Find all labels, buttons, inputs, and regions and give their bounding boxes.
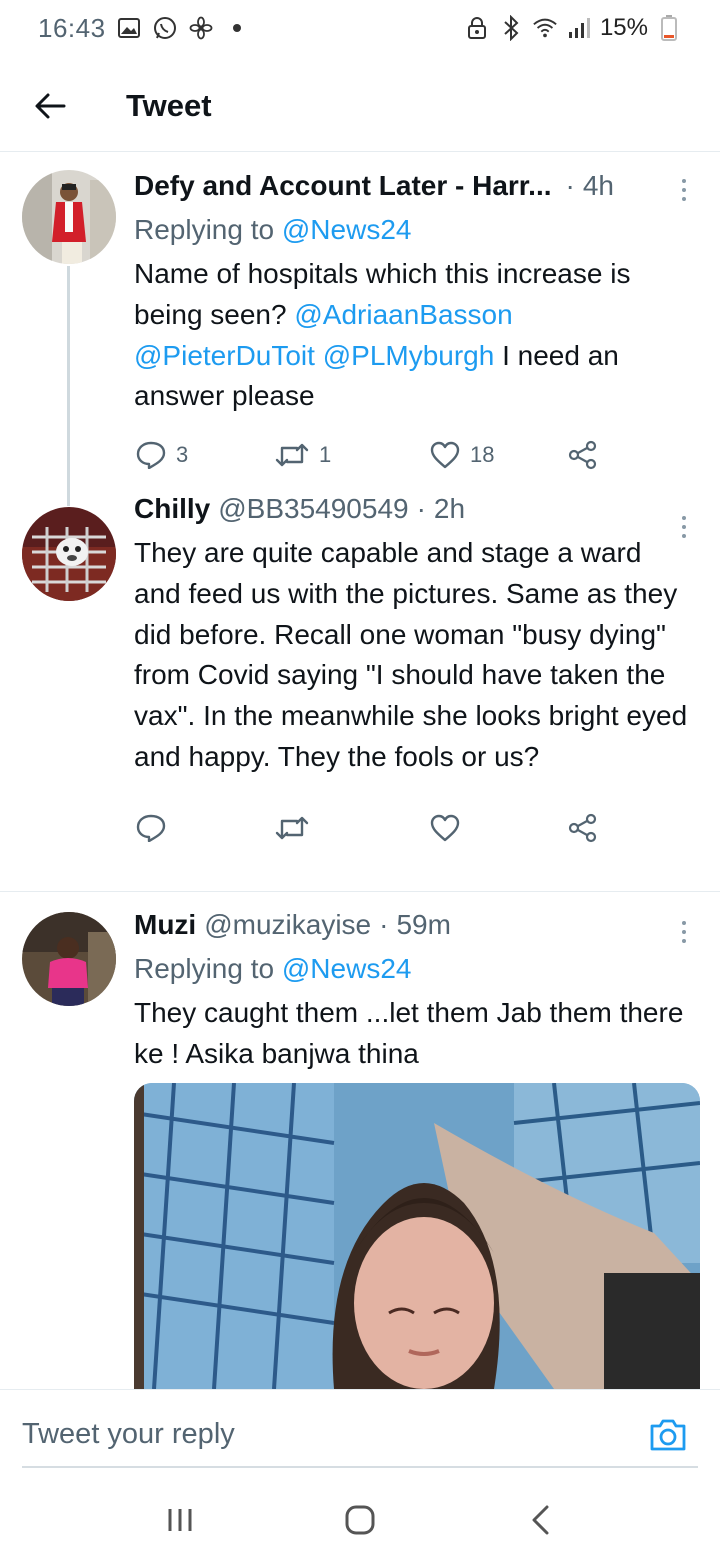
like-button[interactable]: 18 bbox=[426, 441, 568, 469]
dot-icon bbox=[224, 15, 250, 41]
share-button[interactable] bbox=[568, 440, 598, 470]
replying-to-link[interactable]: @News24 bbox=[282, 214, 412, 245]
fan-icon bbox=[188, 15, 214, 41]
tweet-actions bbox=[134, 808, 720, 848]
home-icon bbox=[345, 1505, 375, 1535]
like-count: 18 bbox=[470, 442, 495, 468]
tweet-header: Muzi @muzikayise · 59m bbox=[134, 909, 720, 949]
back-nav-button[interactable] bbox=[500, 1490, 580, 1550]
arrow-left-icon bbox=[35, 93, 66, 118]
replying-to: Replying to @News24 bbox=[134, 210, 720, 250]
battery-icon bbox=[656, 15, 682, 41]
mention-link[interactable]: @PieterDuToit bbox=[134, 340, 315, 371]
reply-input[interactable] bbox=[0, 1404, 626, 1465]
timestamp[interactable]: 59m bbox=[396, 909, 450, 941]
wifi-icon bbox=[532, 15, 558, 41]
separator-dot: · bbox=[379, 909, 389, 940]
timestamp[interactable]: 2h bbox=[434, 493, 465, 525]
tweet-text: They are quite capable and stage a ward … bbox=[134, 537, 688, 772]
tweet-text: They caught them ...let them Jab them th… bbox=[134, 997, 684, 1069]
bluetooth-icon bbox=[498, 15, 524, 41]
chevron-left-icon bbox=[532, 1505, 549, 1535]
tweet-item[interactable]: Chilly @BB35490549 · 2h They are quite c… bbox=[0, 493, 720, 891]
timestamp[interactable]: 4h bbox=[583, 170, 614, 202]
reply-count: 3 bbox=[176, 442, 189, 468]
lock-icon bbox=[464, 15, 490, 41]
thread-line bbox=[67, 266, 70, 506]
camera-button[interactable] bbox=[626, 1393, 710, 1477]
reply-icon bbox=[136, 441, 166, 470]
back-button[interactable] bbox=[0, 60, 100, 152]
avatar[interactable] bbox=[22, 507, 116, 601]
share-icon bbox=[568, 813, 597, 842]
reply-input-underline bbox=[22, 1466, 698, 1468]
share-icon bbox=[568, 441, 597, 470]
recent-apps-icon bbox=[168, 1509, 192, 1531]
tweet-photo[interactable] bbox=[134, 1083, 700, 1403]
like-button[interactable] bbox=[426, 814, 568, 842]
more-options-button[interactable] bbox=[674, 507, 694, 547]
retweet-button[interactable] bbox=[271, 815, 426, 841]
replying-to-link[interactable]: @News24 bbox=[282, 953, 412, 984]
retweet-count: 1 bbox=[319, 442, 332, 468]
gallery-icon bbox=[116, 15, 142, 41]
system-navigation-bar bbox=[0, 1480, 720, 1560]
status-bar: 16:43 15% bbox=[0, 0, 720, 56]
mention-link[interactable]: @PLMyburgh bbox=[323, 340, 495, 371]
reply-button[interactable]: 3 bbox=[134, 441, 271, 470]
retweet-button[interactable]: 1 bbox=[271, 442, 426, 468]
more-options-button[interactable] bbox=[674, 170, 694, 210]
tweet-header: Defy and Account Later - Harr... · 4h bbox=[134, 170, 720, 210]
share-button[interactable] bbox=[568, 813, 598, 843]
tweet-item[interactable]: Defy and Account Later - Harr... · 4h Re… bbox=[0, 153, 720, 506]
home-button[interactable] bbox=[320, 1490, 400, 1550]
top-app-bar: Tweet bbox=[0, 60, 720, 152]
tweet-text: Name of hospitals which this increase is… bbox=[134, 254, 720, 417]
user-handle[interactable]: @BB35490549 bbox=[218, 493, 408, 525]
recent-apps-button[interactable] bbox=[140, 1490, 220, 1550]
page-title: Tweet bbox=[126, 87, 212, 123]
display-name[interactable]: Chilly bbox=[134, 493, 210, 525]
mention-link[interactable]: @AdriaanBasson bbox=[294, 299, 512, 330]
user-handle[interactable]: @muzikayise bbox=[204, 909, 371, 941]
reply-icon bbox=[136, 814, 166, 842]
display-name[interactable]: Muzi bbox=[134, 909, 196, 941]
status-time: 16:43 bbox=[38, 12, 106, 43]
tweet-actions: 3 1 18 bbox=[134, 435, 720, 475]
replying-prefix: Replying to bbox=[134, 953, 282, 984]
heart-icon bbox=[430, 814, 460, 841]
battery-percent: 15% bbox=[599, 14, 648, 41]
replying-to: Replying to @News24 bbox=[134, 949, 720, 989]
reply-button[interactable] bbox=[134, 814, 271, 842]
more-options-button[interactable] bbox=[674, 912, 694, 952]
separator-dot: · bbox=[565, 170, 575, 201]
camera-icon bbox=[650, 1419, 686, 1450]
whatsapp-icon bbox=[152, 15, 178, 41]
heart-icon bbox=[430, 441, 460, 469]
retweet-icon bbox=[275, 443, 309, 467]
avatar[interactable] bbox=[22, 170, 116, 264]
signal-icon bbox=[566, 15, 592, 41]
separator-dot: · bbox=[416, 493, 426, 524]
tweet-header: Chilly @BB35490549 · 2h bbox=[134, 493, 720, 533]
retweet-icon bbox=[275, 816, 309, 839]
avatar[interactable] bbox=[22, 912, 116, 1006]
replying-prefix: Replying to bbox=[134, 214, 282, 245]
display-name[interactable]: Defy and Account Later - Harr... bbox=[134, 170, 552, 202]
